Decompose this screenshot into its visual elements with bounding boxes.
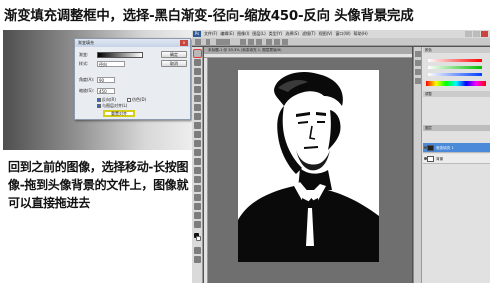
layer-thumbnail bbox=[427, 156, 434, 162]
dialog-title: 渐变填充 bbox=[75, 39, 190, 47]
move-tool-icon[interactable] bbox=[193, 49, 202, 58]
gradient-fill-dialog: 渐变填充 × 渐变: 确定 取消 样式: 径向 角度(A): 90 缩放(S):… bbox=[74, 38, 191, 120]
reverse-checkbox[interactable] bbox=[97, 98, 101, 102]
align-right-icon[interactable] bbox=[282, 39, 288, 45]
lasso-tool-icon[interactable] bbox=[194, 68, 201, 75]
align-top-icon[interactable] bbox=[240, 39, 246, 45]
layer-row-background[interactable]: 背景 bbox=[423, 154, 490, 164]
quick-mask-icon[interactable] bbox=[194, 247, 201, 254]
horizontal-ruler[interactable] bbox=[204, 54, 412, 58]
angle-label: 角度(A): bbox=[79, 77, 95, 82]
dodge-tool-icon[interactable] bbox=[194, 167, 201, 174]
menu-item[interactable]: 类型(Y) bbox=[269, 31, 283, 36]
layer-name: 背景 bbox=[436, 157, 444, 161]
menu-item[interactable]: 文件(F) bbox=[204, 31, 217, 36]
menu-item[interactable]: 视图(V) bbox=[319, 31, 333, 36]
gradient-tool-icon[interactable] bbox=[194, 149, 201, 156]
type-tool-icon[interactable] bbox=[194, 185, 201, 192]
blue-slider[interactable] bbox=[428, 73, 482, 76]
gradient-label: 渐变: bbox=[79, 52, 89, 57]
portrait-image bbox=[238, 71, 379, 262]
style-select[interactable]: 径向 bbox=[97, 61, 125, 67]
align-middle-icon[interactable] bbox=[248, 39, 254, 45]
cancel-button[interactable]: 取消 bbox=[161, 60, 187, 67]
auto-select-checkbox[interactable] bbox=[206, 39, 210, 45]
stamp-tool-icon[interactable] bbox=[194, 122, 201, 129]
marquee-tool-icon[interactable] bbox=[194, 59, 201, 66]
document-tab[interactable]: 未标题-1 @ 33.3% (渐变填充 1, 图层蒙版/8) bbox=[204, 47, 412, 54]
history-brush-tool-icon[interactable] bbox=[194, 131, 201, 138]
layer-thumbnail bbox=[427, 145, 434, 151]
align-left-icon[interactable] bbox=[266, 39, 272, 45]
path-select-tool-icon[interactable] bbox=[194, 194, 201, 201]
red-slider[interactable] bbox=[428, 59, 482, 62]
menu-item[interactable]: 图层(L) bbox=[252, 31, 265, 36]
menu-bar: Ps 文件(F) 编辑(E) 图像(I) 图层(L) 类型(Y) 选择(S) 滤镜(T) 视图… bbox=[192, 30, 490, 38]
vertical-ruler[interactable] bbox=[204, 58, 208, 283]
scale-label: 缩放(S): bbox=[79, 88, 95, 93]
angle-input[interactable]: 90 bbox=[97, 77, 115, 83]
properties-panel-icon[interactable] bbox=[415, 60, 421, 66]
screen-mode-icon[interactable] bbox=[194, 256, 201, 263]
menu-list: 文件(F) 编辑(E) 图像(I) 图层(L) 类型(Y) 选择(S) 滤镜(T) 视图(V)… bbox=[204, 30, 371, 38]
minimize-icon[interactable] bbox=[465, 31, 472, 37]
shape-tool-icon[interactable] bbox=[194, 203, 201, 210]
ps-logo-icon: Ps bbox=[193, 31, 201, 37]
menu-item[interactable]: 编辑(E) bbox=[220, 31, 234, 36]
healing-tool-icon[interactable] bbox=[194, 104, 201, 111]
align-checkbox[interactable] bbox=[97, 104, 101, 108]
color-spectrum[interactable] bbox=[426, 81, 486, 86]
pen-tool-icon[interactable] bbox=[194, 176, 201, 183]
photoshop-window: Ps 文件(F) 编辑(E) 图像(I) 图层(L) 类型(Y) 选择(S) 滤镜(T) 视图… bbox=[192, 30, 490, 283]
scale-input[interactable]: 450 bbox=[97, 88, 115, 94]
panel-strip bbox=[414, 47, 422, 283]
quick-select-tool-icon[interactable] bbox=[194, 77, 201, 84]
menu-item[interactable]: 窗口(W) bbox=[335, 31, 350, 36]
brush-tool-icon[interactable] bbox=[194, 113, 201, 120]
align-label: 与图层对齐(L) bbox=[102, 103, 128, 108]
layer-select[interactable] bbox=[216, 39, 230, 45]
paragraph-panel-icon[interactable] bbox=[415, 78, 421, 84]
right-panels: 颜色 调整 图层 渐变填充 1 背景 bbox=[413, 47, 490, 283]
caption-bottom: 回到之前的图像，选择移动-长按图像-拖到头像背景的文件上，图像就可以直接拖进去 bbox=[8, 160, 189, 210]
background-color-swatch[interactable] bbox=[196, 236, 201, 241]
panel-tab-layers[interactable]: 图层 bbox=[423, 125, 490, 131]
green-slider[interactable] bbox=[428, 66, 482, 69]
hand-tool-icon[interactable] bbox=[194, 212, 201, 219]
layer-name: 渐变填充 1 bbox=[436, 146, 454, 150]
zoom-tool-icon[interactable] bbox=[194, 221, 201, 228]
blur-tool-icon[interactable] bbox=[194, 158, 201, 165]
eyedropper-tool-icon[interactable] bbox=[194, 95, 201, 102]
align-center-icon[interactable] bbox=[274, 39, 280, 45]
gradient-swatch[interactable] bbox=[97, 52, 143, 58]
align-bottom-icon[interactable] bbox=[256, 39, 262, 45]
layer-row-gradient-fill[interactable]: 渐变填充 1 bbox=[423, 143, 490, 153]
options-bar bbox=[192, 38, 490, 46]
history-panel-icon[interactable] bbox=[415, 51, 421, 57]
close-icon[interactable]: × bbox=[180, 40, 188, 46]
menu-item[interactable]: 滤镜(T) bbox=[302, 31, 316, 36]
menu-item[interactable]: 选择(S) bbox=[285, 31, 299, 36]
document-canvas[interactable] bbox=[238, 70, 379, 262]
dither-label: 仿色(D) bbox=[132, 97, 147, 102]
reset-align-button[interactable]: 重置对齐 bbox=[103, 110, 135, 117]
maximize-icon[interactable] bbox=[473, 31, 480, 37]
caption-top: 渐变填充调整框中，选择-黑白渐变-径向-缩放450-反向 头像背景完成 bbox=[4, 9, 414, 24]
menu-item[interactable]: 图像(I) bbox=[237, 31, 249, 36]
panel-tab-color[interactable]: 颜色 bbox=[423, 47, 490, 53]
dither-checkbox[interactable] bbox=[127, 98, 131, 102]
crop-tool-icon[interactable] bbox=[194, 86, 201, 93]
close-window-icon[interactable] bbox=[481, 31, 488, 37]
move-tool-option-icon[interactable] bbox=[195, 39, 201, 45]
panel-tab-adjustments[interactable]: 调整 bbox=[423, 91, 490, 97]
tools-panel bbox=[192, 47, 203, 283]
eraser-tool-icon[interactable] bbox=[194, 140, 201, 147]
document-area: 未标题-1 @ 33.3% (渐变填充 1, 图层蒙版/8) bbox=[204, 47, 412, 283]
menu-item[interactable]: 帮助(H) bbox=[354, 31, 368, 36]
ok-button[interactable]: 确定 bbox=[161, 51, 187, 58]
style-label: 样式: bbox=[79, 61, 89, 66]
character-panel-icon[interactable] bbox=[415, 69, 421, 75]
